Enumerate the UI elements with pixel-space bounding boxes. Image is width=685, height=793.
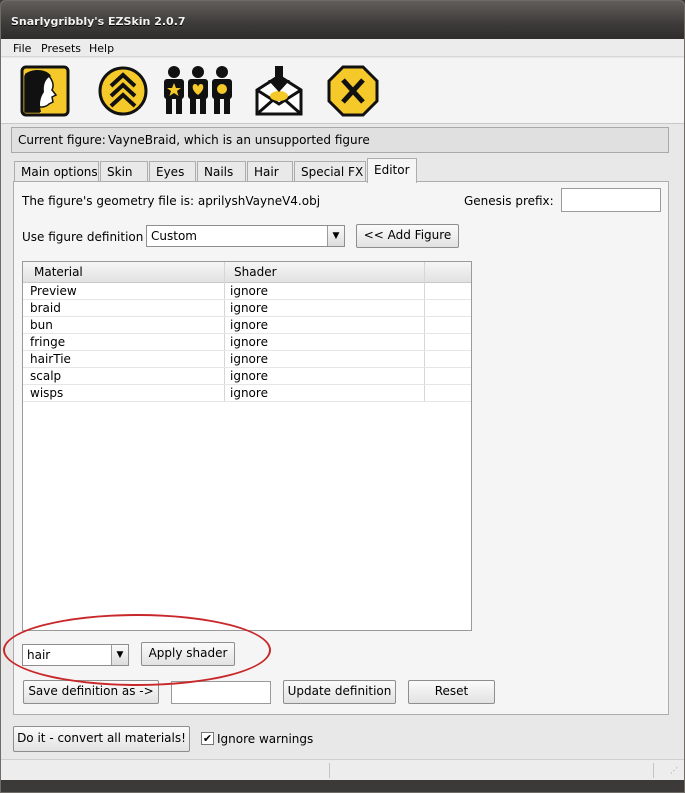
shader-cell: ignore: [230, 284, 268, 298]
material-cell: wisps: [30, 386, 64, 400]
shader-cell: ignore: [230, 352, 268, 366]
tab-nails[interactable]: Nails: [197, 161, 246, 182]
update-definition-button[interactable]: Update definition: [283, 680, 396, 704]
table-header: Material Shader: [23, 262, 471, 283]
shader-cell: ignore: [230, 335, 268, 349]
reset-button[interactable]: Reset: [408, 680, 495, 704]
material-cell: fringe: [30, 335, 66, 349]
material-cell: braid: [30, 301, 61, 315]
tab-hair[interactable]: Hair: [247, 161, 293, 182]
menu-presets[interactable]: Presets: [41, 42, 81, 55]
material-cell: Preview: [30, 284, 77, 298]
shader-cell: ignore: [230, 369, 268, 383]
close-x-icon[interactable]: [327, 64, 379, 118]
highlight-annotation-oval: [3, 614, 271, 686]
status-bar: ⋰: [1, 759, 684, 780]
table-row[interactable]: wisps ignore: [23, 385, 471, 402]
envelope-download-icon[interactable]: [253, 64, 305, 118]
ignore-warnings-checkbox[interactable]: ✔: [201, 732, 214, 745]
genesis-prefix-label: Genesis prefix:: [464, 194, 554, 208]
convert-all-materials-button[interactable]: Do it - convert all materials!: [13, 726, 190, 752]
app-window: Snarlygribbly's EZSkin 2.0.7 File Preset…: [0, 0, 685, 793]
bottom-bar: Do it - convert all materials!: [1, 721, 684, 757]
table-row[interactable]: scalp ignore: [23, 368, 471, 385]
figure-definition-value: Custom: [151, 229, 197, 243]
genesis-prefix-input[interactable]: [561, 188, 661, 212]
material-cell: bun: [30, 318, 53, 332]
current-figure-bar: Current figure: VayneBraid, which is an …: [11, 127, 669, 153]
toolbar: [1, 58, 684, 124]
chevron-down-icon[interactable]: ▼: [327, 226, 344, 246]
window-bottom-edge: [1, 780, 684, 792]
tab-skin[interactable]: Skin: [100, 161, 148, 182]
column-header-material[interactable]: Material: [34, 265, 83, 279]
tab-editor[interactable]: Editor: [367, 158, 417, 183]
ignore-warnings-label: Ignore warnings: [217, 732, 314, 746]
shader-cell: ignore: [230, 301, 268, 315]
three-figures-icon[interactable]: [161, 64, 235, 118]
resize-grip-icon[interactable]: ⋰: [670, 766, 678, 775]
current-figure-value: VayneBraid, which is an unsupported figu…: [108, 133, 370, 147]
menu-bar: File Presets Help: [1, 39, 684, 57]
status-divider: [329, 763, 330, 778]
add-figure-button[interactable]: << Add Figure: [356, 224, 459, 248]
table-row[interactable]: Preview ignore: [23, 283, 471, 300]
tab-main-options[interactable]: Main options: [14, 161, 99, 182]
menu-help[interactable]: Help: [89, 42, 114, 55]
save-definition-input[interactable]: [171, 681, 271, 704]
chevrons-up-icon[interactable]: [97, 64, 149, 118]
shader-cell: ignore: [230, 318, 268, 332]
column-header-shader[interactable]: Shader: [234, 265, 277, 279]
table-row[interactable]: hairTie ignore: [23, 351, 471, 368]
shader-cell: ignore: [230, 386, 268, 400]
table-row[interactable]: braid ignore: [23, 300, 471, 317]
material-cell: scalp: [30, 369, 62, 383]
current-figure-label: Current figure:: [18, 133, 106, 147]
table-row[interactable]: fringe ignore: [23, 334, 471, 351]
figure-definition-select[interactable]: Custom ▼: [146, 225, 345, 247]
window-title: Snarlygribbly's EZSkin 2.0.7: [11, 15, 186, 28]
materials-table: Material Shader Preview ignore braid ignore…: [22, 261, 472, 631]
material-cell: hairTie: [30, 352, 71, 366]
title-bar[interactable]: Snarlygribbly's EZSkin 2.0.7: [1, 1, 684, 39]
face-silhouette-icon[interactable]: [19, 64, 71, 118]
menu-file[interactable]: File: [13, 42, 31, 55]
status-divider: [653, 763, 654, 778]
figure-definition-label: Use figure definition: [22, 230, 144, 244]
geometry-file-label: The figure's geometry file is: aprilyshV…: [22, 194, 321, 208]
tab-eyes[interactable]: Eyes: [149, 161, 196, 182]
tab-special-fx[interactable]: Special FX: [294, 161, 366, 182]
table-row[interactable]: bun ignore: [23, 317, 471, 334]
